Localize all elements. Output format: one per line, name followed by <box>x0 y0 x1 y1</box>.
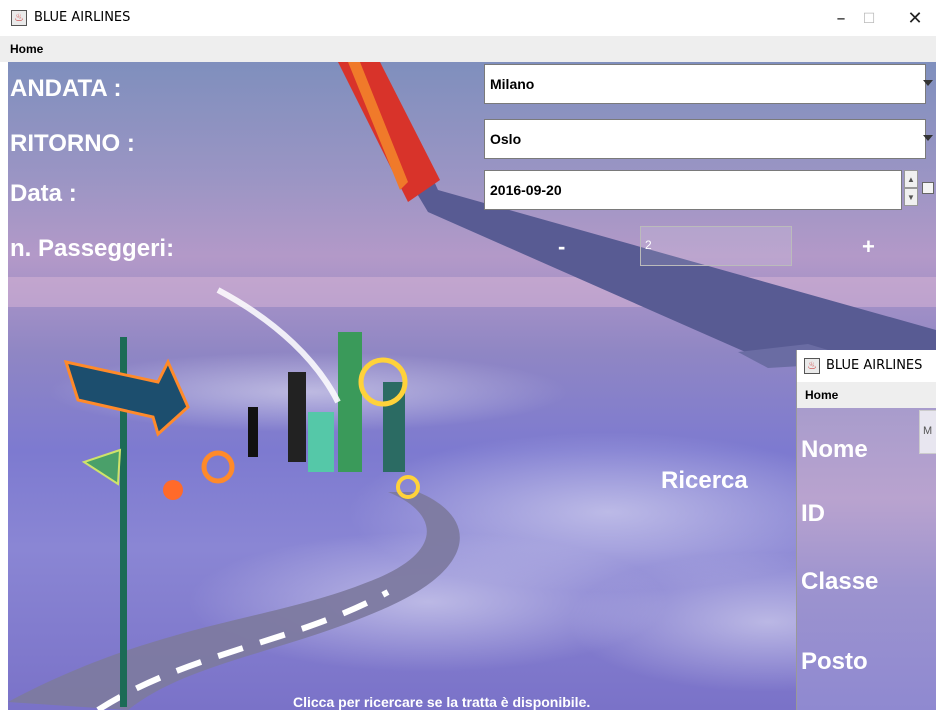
passengers-value: 2 <box>645 238 652 252</box>
airplane-wing <box>338 62 936 372</box>
spinner-down-icon[interactable]: ▼ <box>904 188 918 206</box>
window-titlebar: ♨ BLUE AIRLINES – ☐ ✕ <box>0 0 936 36</box>
nome-value: M <box>923 425 933 437</box>
spinner-up-icon[interactable]: ▲ <box>904 170 918 188</box>
decrease-passengers-button[interactable]: - <box>558 234 565 260</box>
secondary-window-titlebar: ♨ BLUE AIRLINES <box>797 350 936 382</box>
nome-field[interactable]: M <box>919 410 936 454</box>
andata-label: ANDATA : <box>10 75 122 102</box>
secondary-menu-home[interactable]: Home <box>805 388 838 402</box>
java-cup-icon: ♨ <box>804 358 820 374</box>
increase-passengers-button[interactable]: + <box>862 234 875 260</box>
date-spinner[interactable]: ▲ ▼ <box>904 170 918 210</box>
calendar-icon[interactable] <box>922 182 934 194</box>
secondary-window: ♨ BLUE AIRLINES Home Nome M ID Classe Po… <box>796 350 936 710</box>
java-cup-icon: ♨ <box>11 10 27 26</box>
passeggeri-label: n. Passeggeri: <box>10 235 175 262</box>
date-field[interactable]: 2016-09-20 <box>484 170 902 210</box>
minimize-button[interactable]: – <box>826 6 856 32</box>
classe-label: Classe <box>801 568 879 595</box>
maximize-button[interactable]: ☐ <box>854 6 884 32</box>
secondary-background: Nome M ID Classe Posto <box>797 408 936 710</box>
id-label: ID <box>801 500 825 527</box>
passengers-field[interactable]: 2 <box>640 226 792 266</box>
chevron-down-icon[interactable] <box>923 80 933 86</box>
chevron-down-icon[interactable] <box>923 135 933 141</box>
nome-label: Nome <box>801 436 868 463</box>
close-button[interactable]: ✕ <box>900 6 930 32</box>
ritorno-combobox[interactable]: Oslo <box>484 119 933 159</box>
date-value: 2016-09-20 <box>490 182 562 198</box>
ritorno-label: RITORNO : <box>10 130 135 157</box>
ritorno-value: Oslo <box>490 131 522 147</box>
andata-combobox[interactable]: Milano <box>484 64 933 104</box>
window-title: BLUE AIRLINES <box>34 10 131 25</box>
search-button[interactable]: Ricerca <box>661 467 748 495</box>
status-text: Clicca per ricercare se la tratta è disp… <box>293 694 591 710</box>
andata-value: Milano <box>490 76 535 92</box>
posto-label: Posto <box>801 648 868 675</box>
menubar: Home <box>0 36 936 62</box>
menu-home[interactable]: Home <box>10 42 43 56</box>
secondary-window-title: BLUE AIRLINES <box>826 358 923 373</box>
data-label: Data : <box>10 180 77 207</box>
secondary-menubar: Home <box>797 382 936 408</box>
